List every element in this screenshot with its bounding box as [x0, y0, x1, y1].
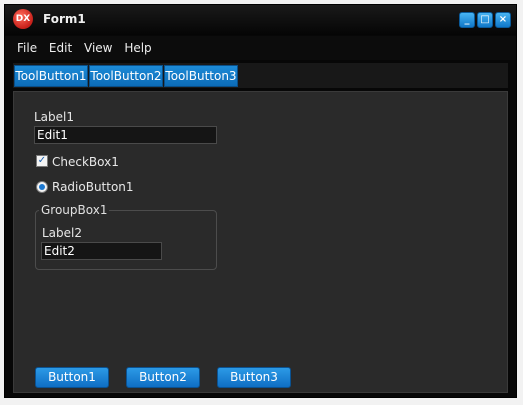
minimize-button[interactable]: _	[459, 12, 475, 28]
groupbox1-title: GroupBox1	[39, 203, 110, 217]
menu-edit[interactable]: Edit	[45, 36, 76, 60]
button1[interactable]: Button1	[35, 367, 109, 388]
radiobutton1[interactable]	[36, 181, 48, 193]
radiobutton1-label[interactable]: RadioButton1	[52, 180, 134, 194]
button2[interactable]: Button2	[126, 367, 200, 388]
label2: Label2	[42, 226, 83, 240]
title-bar[interactable]: DX Form1 _ □ ×	[5, 5, 516, 35]
maximize-button[interactable]: □	[477, 12, 493, 28]
radio-selected-dot	[39, 184, 45, 190]
menu-file[interactable]: File	[13, 36, 41, 60]
tool-button-1[interactable]: ToolButton1	[14, 65, 88, 87]
form-client-area: Label1 Edit1 ✓ CheckBox1 RadioButton1 Gr…	[13, 91, 508, 393]
checkbox1[interactable]: ✓	[36, 155, 48, 167]
edit1-input[interactable]: Edit1	[34, 126, 217, 144]
button3[interactable]: Button3	[217, 367, 291, 388]
menu-help[interactable]: Help	[120, 36, 155, 60]
app-logo-icon: DX	[13, 9, 33, 29]
edit2-input[interactable]: Edit2	[41, 242, 162, 260]
menu-view[interactable]: View	[80, 36, 116, 60]
groupbox1: GroupBox1 Label2 Edit2	[35, 203, 217, 270]
label1: Label1	[34, 110, 75, 124]
tool-button-2[interactable]: ToolButton2	[89, 65, 163, 87]
close-button[interactable]: ×	[495, 12, 511, 28]
form1-window: DX Form1 _ □ × File Edit View Help ToolB…	[4, 4, 517, 398]
toolbar: ToolButton1 ToolButton2 ToolButton3	[13, 63, 508, 88]
menu-bar: File Edit View Help	[5, 36, 516, 60]
tool-button-3[interactable]: ToolButton3	[164, 65, 238, 87]
window-title: Form1	[43, 12, 86, 26]
checkbox1-label[interactable]: CheckBox1	[52, 155, 119, 169]
